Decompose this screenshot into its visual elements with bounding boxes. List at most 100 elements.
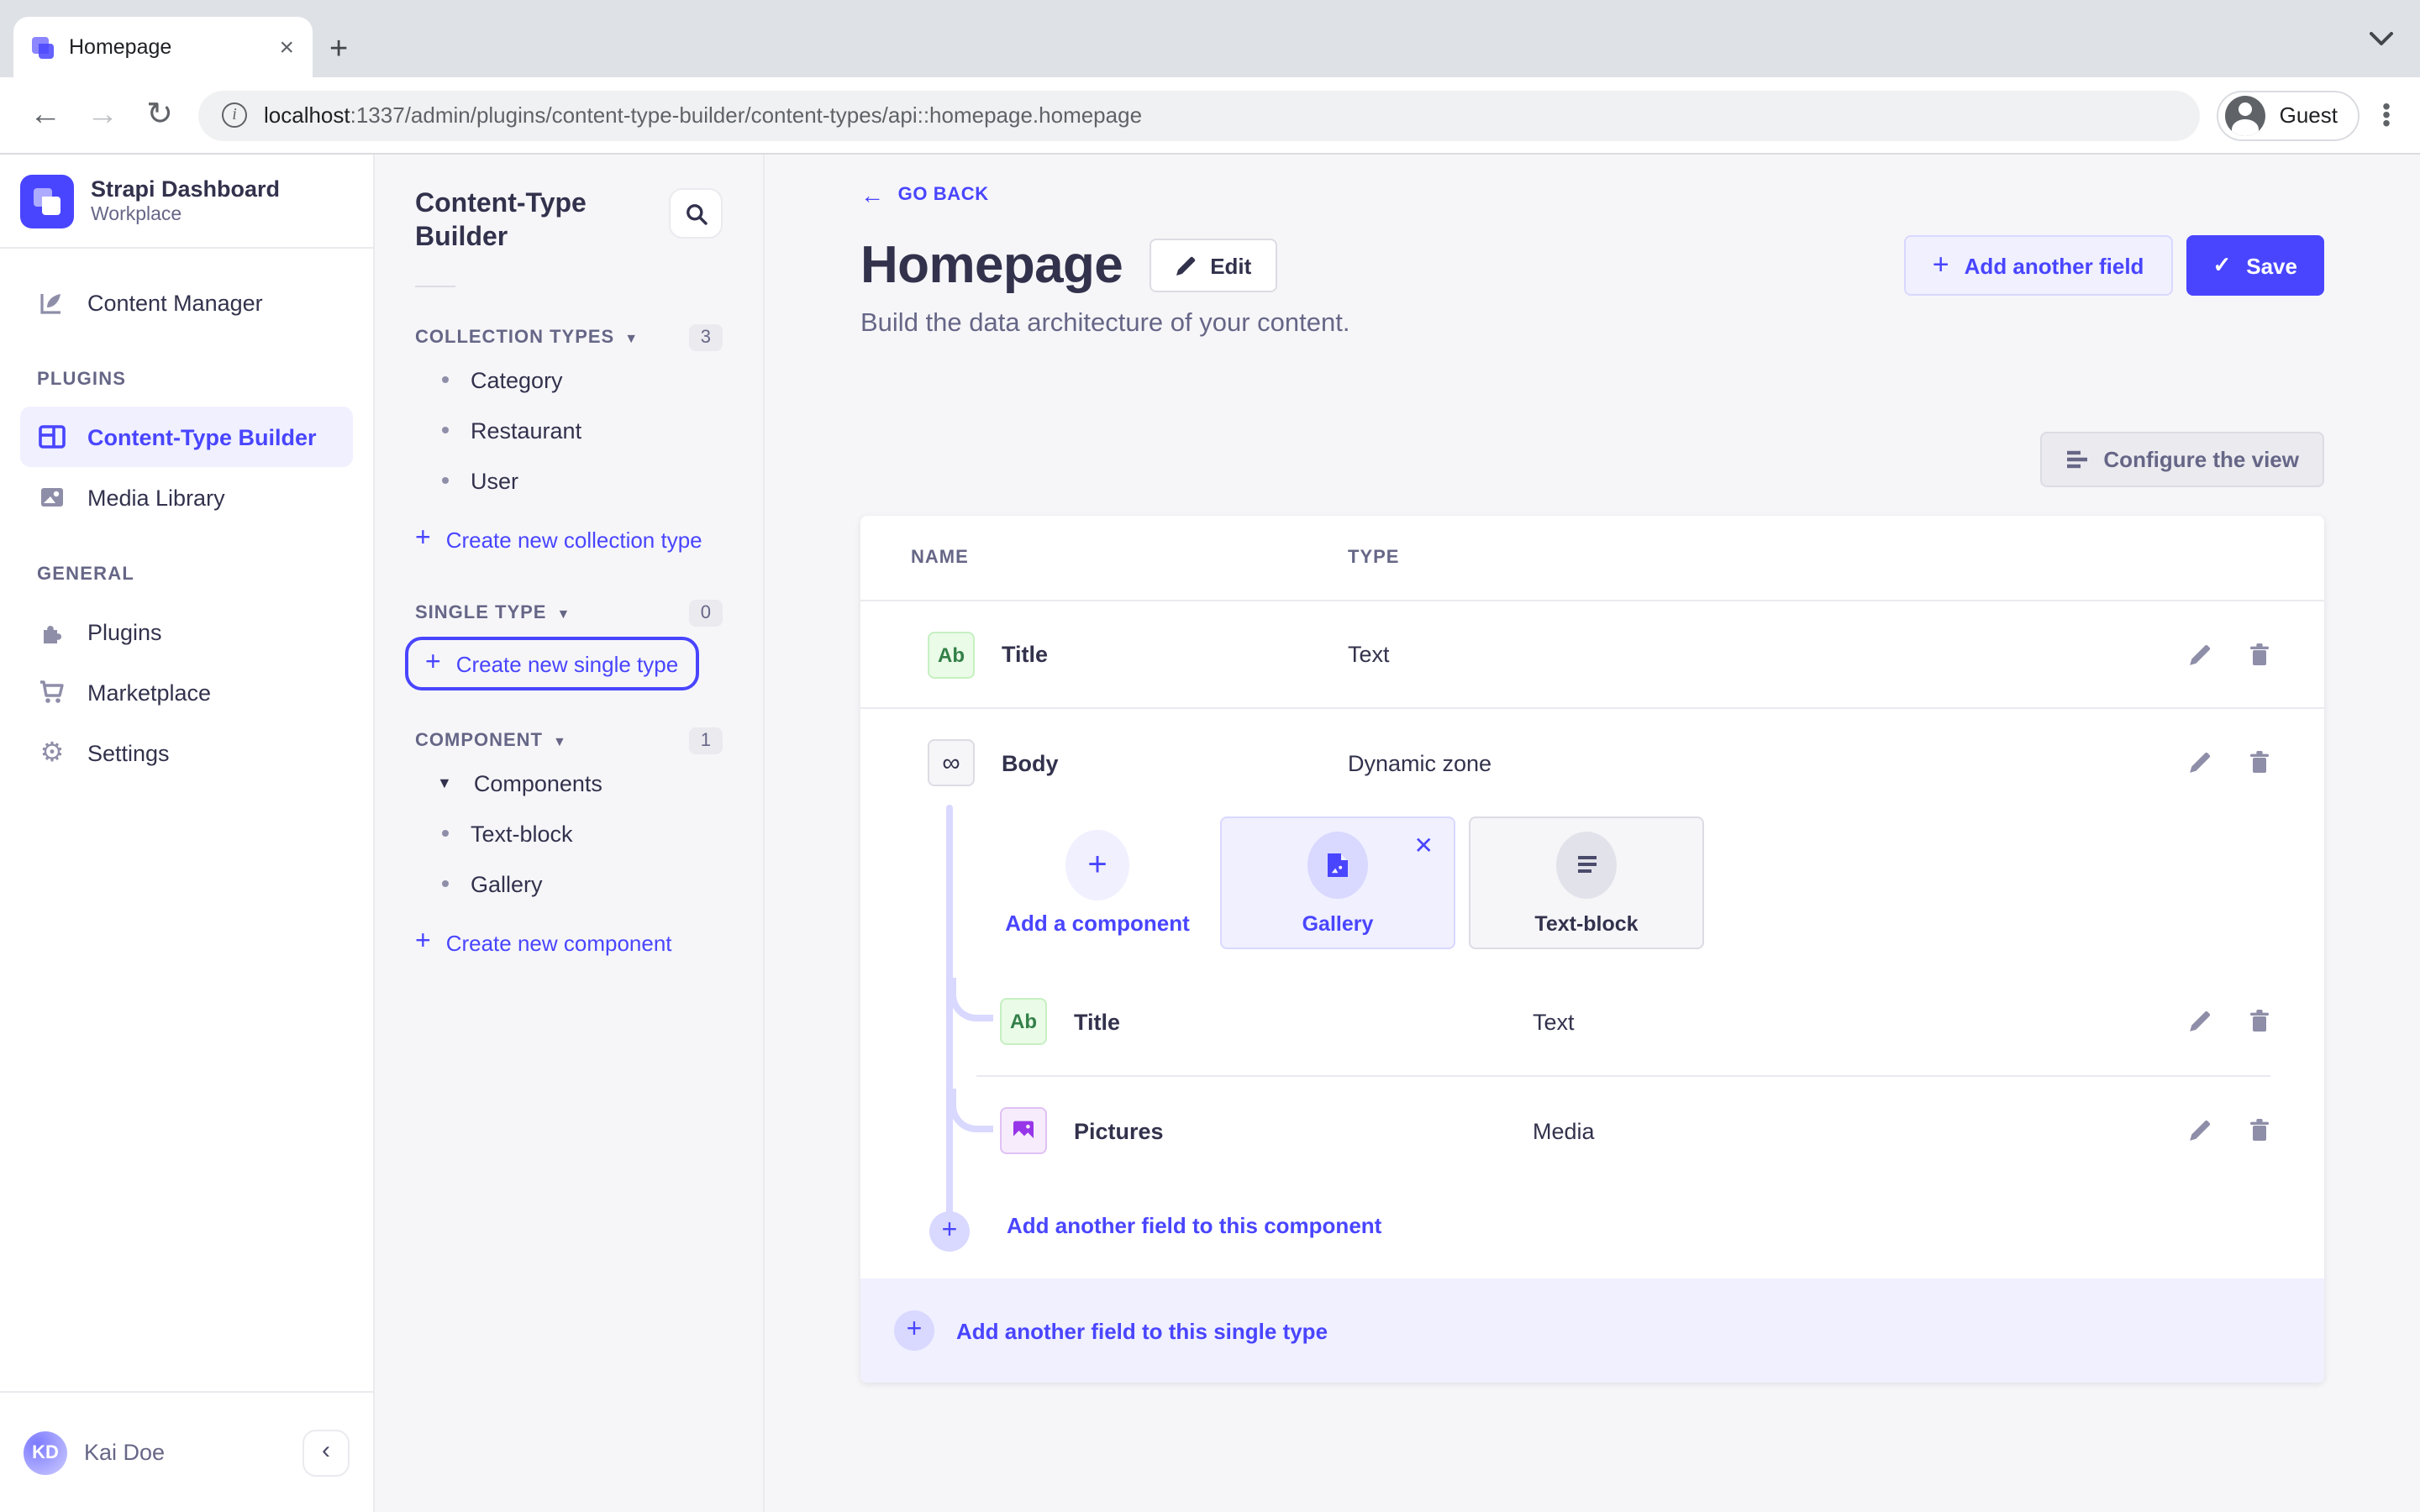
new-tab-button[interactable]: + bbox=[329, 34, 348, 66]
gear-icon: ⚙ bbox=[39, 739, 65, 768]
sidebar-item-marketplace[interactable]: Marketplace bbox=[20, 662, 353, 722]
collection-type-category[interactable]: Category bbox=[415, 354, 723, 405]
back-button[interactable]: ← bbox=[17, 99, 74, 131]
profile-button[interactable]: Guest bbox=[2217, 90, 2360, 140]
reload-button[interactable]: ↻ bbox=[131, 99, 188, 131]
media-icon bbox=[1013, 1121, 1034, 1138]
sidebar-user: KD Kai Doe ‹ bbox=[0, 1391, 373, 1512]
sidebar-item-label: Media Library bbox=[87, 485, 225, 510]
sidebar-item-content-manager[interactable]: Content Manager bbox=[20, 272, 353, 333]
component-gallery[interactable]: Gallery bbox=[415, 858, 723, 909]
delete-field-button[interactable] bbox=[2249, 643, 2270, 666]
forward-button[interactable]: → bbox=[74, 99, 131, 131]
sidebar: Strapi Dashboard Workplace Content Manag… bbox=[0, 155, 375, 1512]
remove-component-icon[interactable]: ✕ bbox=[1414, 832, 1434, 860]
bullet-icon bbox=[442, 880, 449, 887]
component-card-text-block[interactable]: Text-block bbox=[1469, 816, 1704, 949]
browser-toolbar: ← → ↻ i localhost:1337/admin/plugins/con… bbox=[0, 77, 2420, 155]
field-type: Text bbox=[1348, 642, 1390, 667]
table-row: Pictures Media bbox=[860, 1077, 2324, 1184]
text-field-badge: Ab bbox=[928, 631, 975, 678]
search-button[interactable] bbox=[669, 188, 723, 239]
bullet-icon bbox=[442, 427, 449, 433]
add-field-to-component-link[interactable]: Add another field to this component bbox=[860, 1184, 2324, 1265]
sidebar-item-media-library[interactable]: Media Library bbox=[20, 467, 353, 528]
sidebar-item-label: Plugins bbox=[87, 619, 162, 644]
main-content: ← GO BACK Homepage Edit + Add another fie… bbox=[765, 155, 2420, 1512]
cart-icon bbox=[37, 677, 67, 707]
strapi-logo-icon bbox=[20, 174, 74, 228]
section-label: SINGLE TYPE bbox=[415, 603, 547, 623]
save-button[interactable]: ✓ Save bbox=[2186, 235, 2324, 296]
pencil-icon bbox=[2190, 1011, 2211, 1032]
collection-type-user[interactable]: User bbox=[415, 455, 723, 506]
component-header[interactable]: COMPONENT ▼ 1 bbox=[415, 727, 723, 754]
tab-search-chevron-icon[interactable] bbox=[2370, 24, 2393, 54]
single-type-header[interactable]: SINGLE TYPE ▼ 0 bbox=[415, 600, 723, 627]
configure-view-button[interactable]: Configure the view bbox=[2039, 432, 2324, 487]
chevron-down-icon: ▼ bbox=[553, 733, 566, 748]
search-icon bbox=[686, 203, 707, 224]
content-manager-icon bbox=[37, 287, 67, 318]
bullet-icon bbox=[442, 830, 449, 837]
browser-menu-icon[interactable]: • • • bbox=[2370, 93, 2403, 134]
address-bar[interactable]: i localhost:1337/admin/plugins/content-t… bbox=[198, 90, 2201, 140]
collection-types-count: 3 bbox=[688, 324, 723, 351]
field-name: Body bbox=[1002, 750, 1059, 775]
chevron-down-icon: ▼ bbox=[624, 330, 639, 345]
edit-button[interactable]: Edit bbox=[1150, 239, 1277, 292]
tab-close-icon[interactable]: × bbox=[274, 34, 299, 60]
add-another-field-button[interactable]: + Add another field bbox=[1903, 235, 2173, 296]
sidebar-item-content-type-builder[interactable]: Content-Type Builder bbox=[20, 407, 353, 467]
browser-tab[interactable]: Homepage × bbox=[13, 17, 313, 77]
trash-icon bbox=[2250, 1119, 2269, 1141]
table-row: Ab Title Text bbox=[860, 601, 2324, 709]
component-card-gallery[interactable]: ✕ Gallery bbox=[1220, 816, 1455, 949]
collection-types-header[interactable]: COLLECTION TYPES ▼ 3 bbox=[415, 324, 723, 351]
strapi-favicon-icon bbox=[30, 34, 55, 60]
go-back-link[interactable]: ← GO BACK bbox=[860, 181, 2324, 208]
add-component-button[interactable]: + Add a component bbox=[988, 816, 1207, 949]
create-single-type-link[interactable]: + Create new single type bbox=[405, 637, 699, 690]
sidebar-item-label: Content-Type Builder bbox=[87, 424, 317, 449]
tab-title: Homepage bbox=[69, 35, 172, 59]
delete-field-button[interactable] bbox=[2249, 751, 2270, 774]
screen: Homepage × + ← → ↻ i localhost:1337/admi… bbox=[0, 0, 2420, 1512]
edit-field-button[interactable] bbox=[2188, 643, 2212, 666]
field-name: Title bbox=[1074, 1009, 1121, 1034]
trash-icon bbox=[2250, 1010, 2269, 1032]
create-component-link[interactable]: + Create new component bbox=[415, 919, 723, 966]
chevron-down-icon: ▼ bbox=[556, 606, 571, 621]
collapse-sidebar-button[interactable]: ‹ bbox=[302, 1429, 350, 1476]
plus-icon: + bbox=[415, 927, 431, 956]
profile-label: Guest bbox=[2279, 102, 2338, 128]
user-name: Kai Doe bbox=[84, 1440, 166, 1465]
check-icon: ✓ bbox=[2212, 252, 2232, 277]
component-text-block[interactable]: Text-block bbox=[415, 808, 723, 858]
site-info-icon[interactable]: i bbox=[222, 102, 247, 128]
delete-field-button[interactable] bbox=[2249, 1119, 2270, 1142]
pencil-icon bbox=[1176, 255, 1196, 275]
plus-icon: + bbox=[425, 648, 441, 677]
sidebar-item-plugins[interactable]: Plugins bbox=[20, 601, 353, 662]
edit-field-button[interactable] bbox=[2188, 751, 2212, 774]
text-field-badge: Ab bbox=[1000, 998, 1047, 1045]
edit-field-button[interactable] bbox=[2188, 1119, 2212, 1142]
add-field-to-single-type[interactable]: + Add another field to this single type bbox=[860, 1278, 2324, 1383]
user-avatar: KD bbox=[24, 1431, 67, 1474]
component-group-components[interactable]: ▼ Components bbox=[415, 758, 723, 808]
sidebar-item-settings[interactable]: ⚙ Settings bbox=[20, 722, 353, 783]
table-header: NAME TYPE bbox=[860, 516, 2324, 601]
browser-tab-strip: Homepage × + bbox=[0, 0, 2420, 77]
column-name: NAME bbox=[911, 548, 969, 568]
table-row: Ab Title Text bbox=[860, 968, 2324, 1075]
field-type: Dynamic zone bbox=[1348, 750, 1492, 775]
collection-type-restaurant[interactable]: Restaurant bbox=[415, 405, 723, 455]
workspace-switcher[interactable]: Strapi Dashboard Workplace bbox=[0, 155, 373, 249]
edit-field-button[interactable] bbox=[2188, 1010, 2212, 1033]
add-field-plus-icon[interactable]: + bbox=[929, 1211, 970, 1252]
pencil-icon bbox=[2190, 643, 2211, 664]
delete-field-button[interactable] bbox=[2249, 1010, 2270, 1033]
create-collection-type-link[interactable]: + Create new collection type bbox=[415, 516, 723, 563]
media-field-badge bbox=[1000, 1107, 1047, 1154]
